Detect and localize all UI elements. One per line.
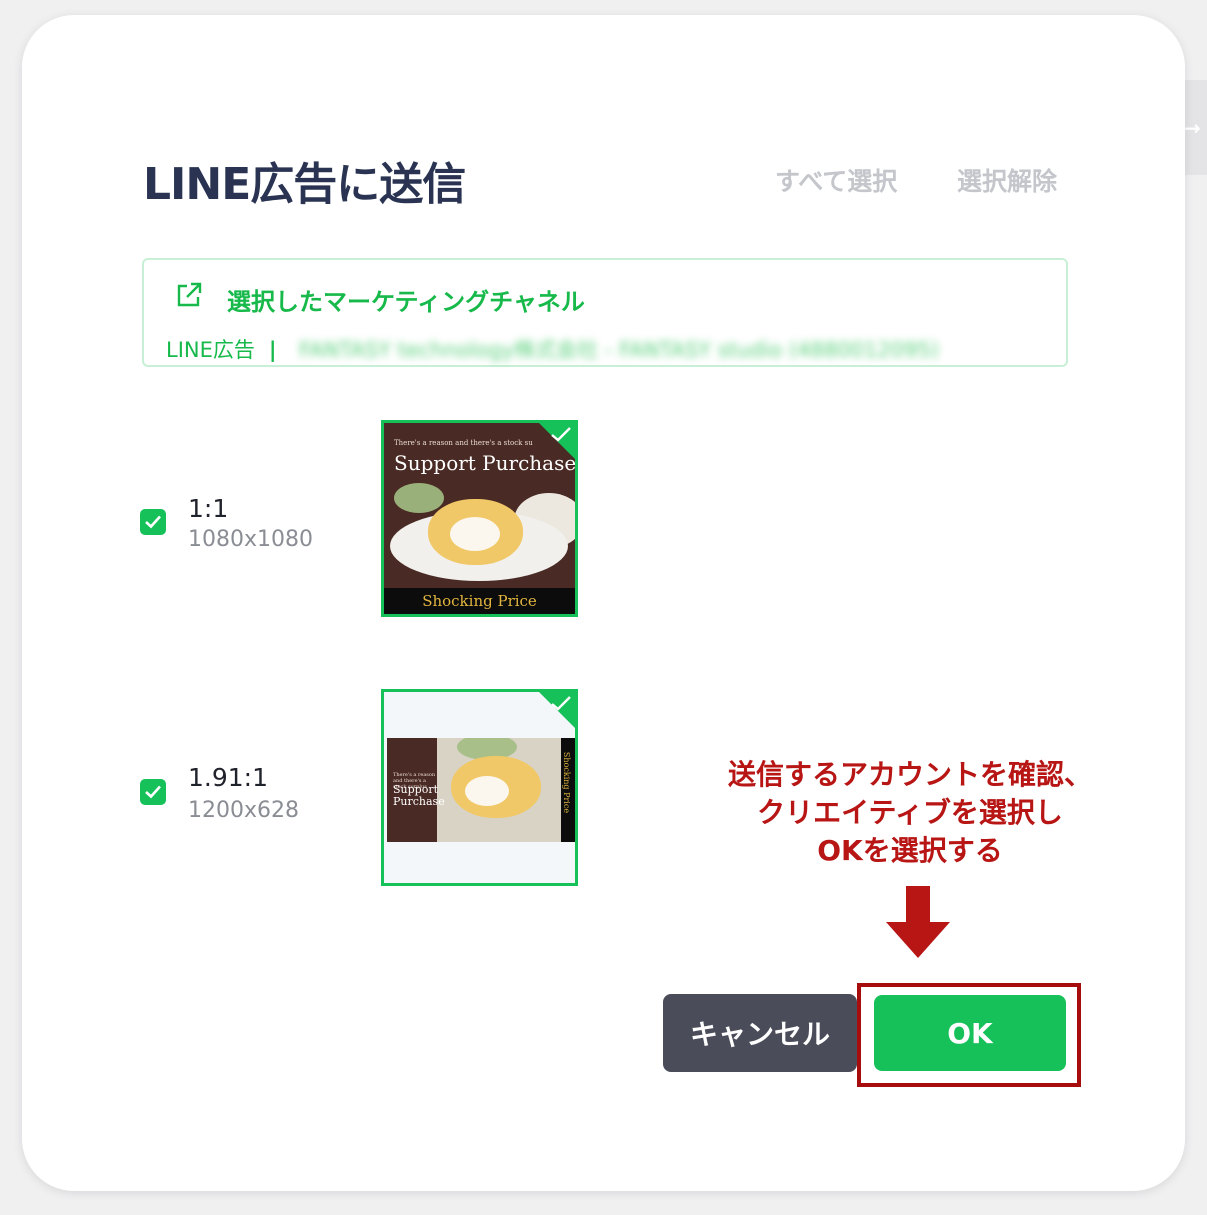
selected-check-icon (551, 427, 571, 442)
creative-thumbnail-1-1[interactable]: There's a reason and there's a stock su … (381, 420, 578, 617)
instruction-annotation: 送信するアカウントを確認、 クリエイティブを選択し OKを選択する (700, 756, 1120, 870)
image-banner: There's a reason and there's a stock sur… (387, 738, 575, 842)
selected-check-icon (551, 696, 571, 711)
image-cake (428, 499, 523, 565)
deselect-all-button[interactable]: 選択解除 (957, 162, 1057, 198)
ok-button[interactable]: OK (874, 995, 1066, 1071)
image-cake (451, 756, 541, 818)
annotation-line-1: 送信するアカウントを確認、 (727, 758, 1092, 791)
image-leaf (394, 483, 444, 513)
channel-platform: LINE広告 (166, 338, 255, 362)
creative-ratio: 1:1 (188, 494, 229, 523)
down-arrow-icon (886, 886, 950, 958)
marketing-channel-box: 選択したマーケティングチャネル LINE広告 | FANTASY technolo… (142, 258, 1068, 367)
dialog-title: LINE広告に送信 (143, 159, 466, 210)
creative-thumbnail-1-91-1[interactable]: There's a reason and there's a stock sur… (381, 689, 578, 886)
creative-checkbox-1-91-1[interactable] (140, 779, 166, 805)
image-small-text: There's a reason and there's a stock su (394, 439, 533, 447)
channel-platform-line: LINE広告 | (166, 334, 291, 364)
cancel-button[interactable]: キャンセル (663, 994, 857, 1072)
annotation-line-2: クリエイティブを選択し (757, 796, 1063, 829)
channel-title: 選択したマーケティングチャネル (227, 288, 585, 316)
image-footer: Shocking Price (561, 751, 571, 814)
creative-size: 1080x1080 (188, 527, 313, 552)
image-footer-band: Shocking Price (384, 588, 575, 614)
check-icon (145, 785, 161, 799)
check-icon (145, 515, 161, 529)
image-headline: Support Purchase (393, 783, 445, 808)
channel-account: FANTASY technology株式会社 - FANTASY studio … (299, 338, 939, 362)
annotation-line-3: OKを選択する (817, 834, 1003, 867)
image-footer: Shocking Price (422, 592, 537, 610)
select-all-button[interactable]: すべて選択 (775, 162, 897, 198)
external-link-icon[interactable] (174, 280, 204, 310)
channel-separator: | (268, 338, 277, 362)
creative-ratio: 1.91:1 (188, 763, 268, 792)
creative-size: 1200x628 (188, 798, 299, 823)
creative-checkbox-1-1[interactable] (140, 509, 166, 535)
background-arrow-icon: → (1184, 116, 1201, 140)
